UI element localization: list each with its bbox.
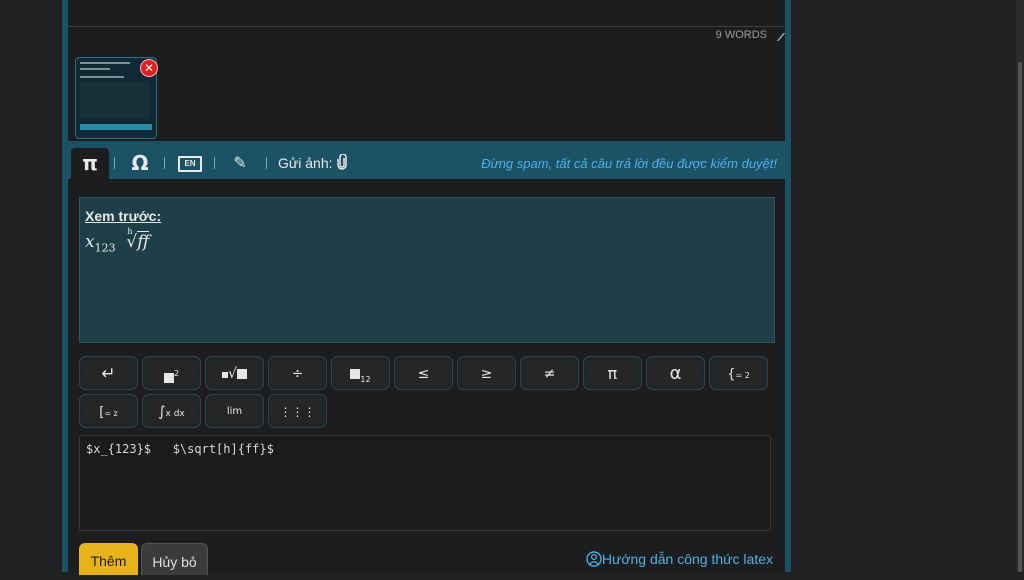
- pi-button[interactable]: π: [583, 356, 642, 390]
- cancel-button[interactable]: Hủy bỏ: [141, 543, 208, 575]
- root-body: ff: [137, 231, 150, 252]
- math-variable: x: [85, 232, 95, 252]
- editor-status-bar: 9 WORDS: [68, 27, 786, 45]
- system-equations-button[interactable]: {= 2: [709, 356, 768, 390]
- page-left-background: [0, 0, 62, 572]
- latex-preview: Xem trước: x123 h √ff: [79, 197, 775, 343]
- page-right-background: [791, 0, 1024, 572]
- nth-root: h √ff: [126, 227, 150, 252]
- toolbar-divider: [214, 157, 215, 169]
- editor-toolbar: π Ω EN ✎ Gửi ảnh: Đừng spam, tất cả câu …: [68, 141, 785, 179]
- page-scrollbar-thumb[interactable]: [1018, 62, 1022, 572]
- paperclip-icon[interactable]: [336, 154, 348, 170]
- tab-language[interactable]: EN: [171, 148, 209, 179]
- matrix-button[interactable]: ⋮⋮⋮: [268, 394, 327, 428]
- radicand-box-icon: [236, 369, 247, 379]
- integral-label: x dx: [165, 409, 185, 419]
- thumbnail-line: [80, 62, 130, 64]
- toolbar-divider: [114, 157, 115, 169]
- toolbar-divider: [266, 157, 267, 169]
- moderation-notice: Đừng spam, tất cả câu trả lời đều được k…: [481, 156, 777, 171]
- latex-input[interactable]: [79, 435, 771, 531]
- math-subscript: 123: [94, 241, 116, 255]
- root-index: h: [127, 227, 133, 236]
- add-button[interactable]: Thêm: [79, 543, 138, 575]
- remove-attachment-icon[interactable]: ✕: [140, 59, 158, 77]
- nth-root-button[interactable]: √: [205, 356, 264, 390]
- en-keyboard-icon: EN: [178, 155, 202, 172]
- system-label: = 2: [735, 371, 750, 380]
- preview-title: Xem trước:: [85, 208, 162, 224]
- thumbnail-line: [80, 68, 110, 70]
- thumbnail-content: [80, 82, 150, 118]
- base-box-icon: [163, 372, 174, 383]
- math-editor-panel: Xem trước: x123 h √ff ↵ 2 √ ÷ 12 ≤ ≥ ≠ π …: [68, 179, 785, 575]
- integral-button[interactable]: ∫x dx: [142, 394, 201, 428]
- integral-icon: ∫: [158, 404, 166, 420]
- attachment-area: ✕: [68, 45, 785, 141]
- thumbnail-line: [80, 76, 124, 78]
- less-equal-button[interactable]: ≤: [394, 356, 453, 390]
- tab-math[interactable]: π: [71, 148, 109, 179]
- subscript-button[interactable]: 12: [331, 356, 390, 390]
- tab-draw[interactable]: ✎: [221, 148, 259, 179]
- bracket-label: = z: [104, 409, 118, 418]
- alpha-button[interactable]: α: [646, 356, 705, 390]
- resize-handle-icon[interactable]: [768, 33, 786, 41]
- power-label: 2: [173, 369, 180, 378]
- help-person-icon: [586, 551, 602, 567]
- base-box-icon: [350, 369, 361, 379]
- newline-button[interactable]: ↵: [79, 356, 138, 390]
- subscript-label: 12: [360, 374, 371, 384]
- fraction-button[interactable]: ÷: [268, 356, 327, 390]
- latex-guide-link[interactable]: Hướng dẫn công thức latex: [586, 551, 773, 567]
- not-equal-button[interactable]: ≠: [520, 356, 579, 390]
- rich-text-area[interactable]: [68, 0, 785, 27]
- answer-editor-container: 9 WORDS ✕ π Ω EN ✎ Gửi ảnh: Đừng spam, t…: [62, 0, 791, 575]
- power-button[interactable]: 2: [142, 356, 201, 390]
- greater-equal-button[interactable]: ≥: [457, 356, 516, 390]
- limit-button[interactable]: lim: [205, 394, 264, 428]
- tab-special-chars[interactable]: Ω: [121, 148, 159, 179]
- bracket-system-button[interactable]: [= z: [79, 394, 138, 428]
- preview-math: x123 h √ff: [85, 227, 150, 255]
- word-count: 9 WORDS: [715, 29, 767, 41]
- send-image-label: Gửi ảnh:: [278, 155, 333, 171]
- toolbar-divider: [164, 157, 165, 169]
- latex-guide-label: Hướng dẫn công thức latex: [601, 551, 773, 567]
- root-symbol: √: [228, 366, 237, 382]
- thumbnail-footer: [80, 124, 152, 130]
